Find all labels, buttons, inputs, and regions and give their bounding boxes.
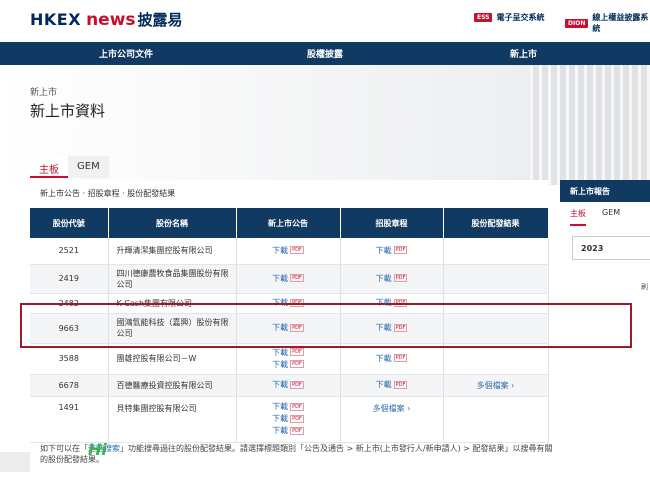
pdf-icon: PDF xyxy=(290,414,304,423)
announcement-download-link[interactable]: 下載 PDF xyxy=(241,359,336,371)
main-nav: 上市公司文件 股權披露 新上市 xyxy=(0,42,650,65)
download-label: 下載 xyxy=(375,380,392,389)
footer-text-a: 如下可以在「 xyxy=(40,444,88,453)
footer-note: 如下可以在「進階搜索」功能搜尋過往的股份配發結果。請選擇標題類別「公告及通告 >… xyxy=(40,443,560,465)
announcement-download-link[interactable]: 下載 PDF xyxy=(241,379,336,391)
download-label: 下載 xyxy=(272,273,289,283)
announcement-download-link[interactable]: 下載 PDF xyxy=(241,401,336,413)
col-allotment-results: 股份配發結果 xyxy=(443,208,549,238)
watermark-logo: Hi xyxy=(88,440,107,459)
section-links[interactable]: 新上市公告 · 招股章程 · 股份配發結果 xyxy=(40,188,175,199)
nav-disclosure-of-interests[interactable]: 股權披露 xyxy=(307,47,343,60)
hero-decoration xyxy=(530,65,650,185)
prospectus-download-link[interactable]: 下載 PDF xyxy=(345,379,439,391)
pdf-icon: PDF xyxy=(393,354,408,362)
table-row: 2521 升輝清潔集團控股有限公司 下載 PDF 下載 PDF xyxy=(30,238,549,265)
stock-name: 百德醫療投資控股有限公司 xyxy=(108,374,237,397)
pdf-icon: PDF xyxy=(290,380,304,389)
pdf-icon: PDF xyxy=(290,348,304,356)
stock-code: 1491 xyxy=(30,396,109,443)
tab-gem[interactable]: GEM xyxy=(68,156,109,178)
col-stock-name: 股份名稱 xyxy=(108,208,237,238)
highlight-annotation-box xyxy=(20,303,632,348)
prospectus-download-link[interactable]: 下載 PDF xyxy=(345,245,439,257)
download-label: 下載 xyxy=(272,245,289,255)
announcement-download-link[interactable]: 下載 PDF xyxy=(241,245,336,257)
watermark-box xyxy=(0,452,30,472)
table-row: 1491 貝特集團控股有限公司 下載 PDF 下載 PDF 下載 PDF 多個檔案 › xyxy=(30,396,549,443)
col-stock-code: 股份代號 xyxy=(30,208,109,238)
dion-link[interactable]: DION 線上權益披露系統 xyxy=(565,12,650,34)
year-select[interactable]: 2023 xyxy=(572,236,650,260)
ess-tag: ESS xyxy=(474,13,493,22)
pdf-icon: PDF xyxy=(393,274,408,282)
download-label: 下載 xyxy=(375,245,392,255)
pdf-icon: PDF xyxy=(393,380,408,389)
download-label: 下載 xyxy=(272,414,289,423)
logo-chinese-text: 披露易 xyxy=(137,11,183,29)
chevron-right-icon: › xyxy=(407,403,411,413)
page-title: 新上市資料 xyxy=(30,102,106,120)
pdf-icon: PDF xyxy=(290,246,304,255)
sidebar-tabs: 主板 GEM xyxy=(560,208,650,226)
download-label: 下載 xyxy=(272,380,289,389)
stock-code: 6678 xyxy=(30,374,109,397)
hkex-news-logo[interactable]: HKEX news 披露易 xyxy=(30,9,183,30)
table-header-row: 股份代號 股份名稱 新上市公告 招股章程 股份配發結果 xyxy=(30,208,549,238)
pdf-icon: PDF xyxy=(290,274,304,282)
allotment-multiple-files-link[interactable]: 多個檔案 › xyxy=(477,381,515,390)
dion-tag: DION xyxy=(565,18,589,28)
pdf-icon: PDF xyxy=(393,246,408,255)
stock-code: 2419 xyxy=(30,264,109,294)
sidebar-tab-main-board[interactable]: 主板 xyxy=(570,208,586,226)
announcement-download-link[interactable]: 下載 PDF xyxy=(241,273,336,285)
market-tabs: 主板 GEM xyxy=(30,156,109,178)
prospectus-download-link[interactable]: 下載 PDF xyxy=(345,353,439,365)
table-row: 6678 百德醫療投資控股有限公司 下載 PDF 下載 PDF 多個檔案 › xyxy=(30,374,549,397)
more-files-label: 多個檔案 xyxy=(372,403,405,413)
download-label: 下載 xyxy=(272,402,289,411)
download-label: 下載 xyxy=(272,359,289,369)
dion-label: 線上權益披露系統 xyxy=(592,13,649,33)
prospectus-download-link[interactable]: 下載 PDF xyxy=(345,273,439,285)
ess-link[interactable]: ESS 電子呈交系統 xyxy=(474,12,544,23)
nav-listed-company-docs[interactable]: 上市公司文件 xyxy=(99,47,153,60)
pdf-icon: PDF xyxy=(290,402,304,411)
download-label: 下載 xyxy=(272,426,289,435)
download-label: 下載 xyxy=(272,347,289,357)
announcement-download-link[interactable]: 下載 PDF xyxy=(241,413,336,425)
download-label: 下載 xyxy=(375,273,392,283)
stock-name: 四川德康農牧食品集團股份有限公司 xyxy=(108,264,237,294)
logo-news-text: news xyxy=(86,10,136,30)
chevron-right-icon: › xyxy=(511,380,515,390)
top-header: HKEX news 披露易 ESS 電子呈交系統 DION 線上權益披露系統 xyxy=(0,0,650,42)
more-files-label: 多個檔案 xyxy=(476,380,509,390)
breadcrumb[interactable]: 新上市 xyxy=(30,85,57,98)
prospectus-multiple-files-link[interactable]: 多個檔案 › xyxy=(373,404,411,413)
col-prospectus: 招股章程 xyxy=(340,208,444,238)
pdf-icon: PDF xyxy=(290,360,304,368)
sidebar-title: 新上市報告 xyxy=(560,180,650,202)
logo-hkex-text: HKEX xyxy=(30,10,82,29)
sidebar-tab-gem[interactable]: GEM xyxy=(602,208,620,226)
pdf-icon: PDF xyxy=(290,426,304,435)
stock-name: 貝特集團控股有限公司 xyxy=(108,396,237,443)
col-new-listing-announcement: 新上市公告 xyxy=(236,208,341,238)
table-row: 2419 四川德康農牧食品集團股份有限公司 下載 PDF 下載 PDF xyxy=(30,264,549,294)
tab-main-board[interactable]: 主板 xyxy=(30,156,68,178)
nav-new-listings[interactable]: 新上市 xyxy=(510,47,537,60)
announcement-download-link[interactable]: 下載 PDF xyxy=(241,425,336,437)
stock-name: 升輝清潔集團控股有限公司 xyxy=(108,238,237,265)
announcement-download-link[interactable]: 下載 PDF xyxy=(241,347,336,359)
ess-label: 電子呈交系統 xyxy=(496,13,545,22)
download-label: 下載 xyxy=(375,353,392,363)
stock-code: 2521 xyxy=(30,238,109,265)
new-listing-report-sidebar: 新上市報告 主板 GEM 2023 刷 xyxy=(560,180,650,310)
sidebar-truncated-text: 刷 xyxy=(641,283,648,291)
